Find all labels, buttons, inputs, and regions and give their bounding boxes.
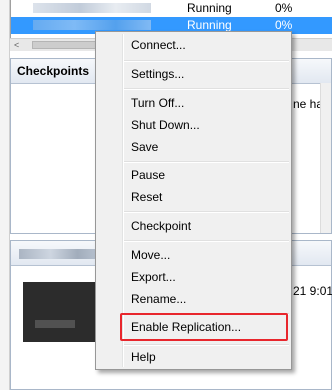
menu-separator: [124, 211, 289, 213]
menu-separator: [124, 161, 289, 163]
menu-item-turn-off[interactable]: Turn Off...: [98, 93, 289, 113]
menu-item-pause[interactable]: Pause: [98, 165, 289, 185]
menu-item-export[interactable]: Export...: [98, 267, 289, 287]
menu-item-rename[interactable]: Rename...: [98, 289, 289, 309]
vm-thumbnail[interactable]: [23, 282, 98, 342]
menu-item-help[interactable]: Help: [98, 347, 289, 367]
thumbnail-redacted: [35, 320, 75, 328]
vm-state: Running: [187, 1, 232, 15]
vm-row[interactable]: Running 0%: [11, 0, 332, 17]
highlight-annotation-box: [120, 313, 288, 341]
scroll-left-arrow-icon[interactable]: <: [14, 40, 19, 50]
created-time: 21 9:01:4: [293, 284, 332, 298]
vm-name-redacted: [33, 20, 151, 30]
vm-cpu-usage: 0%: [275, 18, 293, 32]
menu-item-save[interactable]: Save: [98, 137, 289, 157]
menu-separator: [124, 88, 289, 90]
vertical-scrollbar[interactable]: [320, 83, 331, 233]
menu-separator: [124, 344, 289, 346]
vm-cpu-usage: 0%: [275, 1, 293, 15]
menu-item-move[interactable]: Move...: [98, 245, 289, 265]
menu-separator: [124, 60, 289, 62]
scrollbar-thumb[interactable]: [32, 41, 102, 49]
menu-item-checkpoint[interactable]: Checkpoint: [98, 216, 289, 236]
menu-item-connect[interactable]: Connect...: [98, 35, 289, 55]
menu-item-reset[interactable]: Reset: [98, 187, 289, 207]
vm-state: Running: [187, 18, 232, 32]
menu-item-settings[interactable]: Settings...: [98, 64, 289, 84]
menu-item-shut-down[interactable]: Shut Down...: [98, 115, 289, 135]
vm-name-redacted: [33, 3, 151, 13]
context-menu: Connect... Settings... Turn Off... Shut …: [95, 31, 292, 370]
left-edge-panel: [0, 0, 10, 390]
menu-separator: [124, 240, 289, 242]
